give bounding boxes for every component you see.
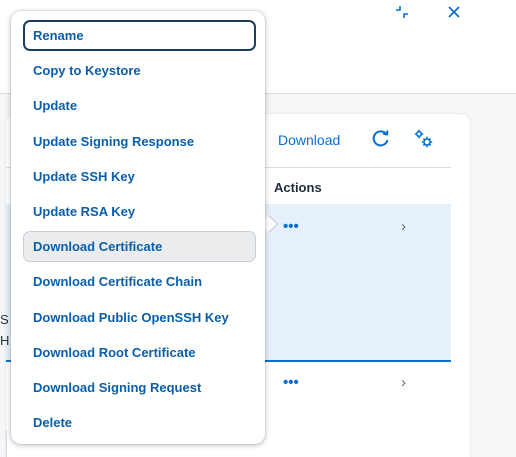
row-more-actions-button[interactable]: ••• (283, 218, 299, 235)
menu-item-delete[interactable]: Delete (23, 407, 256, 438)
menu-item-download-certificate-chain[interactable]: Download Certificate Chain (23, 266, 256, 297)
menu-item-download-certificate[interactable]: Download Certificate (23, 231, 256, 263)
menu-item-update[interactable]: Update (23, 90, 256, 121)
row-navigation-chevron-icon[interactable]: › (401, 218, 406, 235)
menu-item-rename[interactable]: Rename (23, 20, 256, 51)
clipped-cell-text: H (0, 333, 10, 348)
column-header-actions: Actions (274, 180, 322, 195)
row-actions-context-menu: Rename Copy to Keystore Update Update Si… (11, 11, 265, 444)
download-button[interactable]: Download (278, 132, 340, 148)
refresh-icon[interactable] (371, 128, 391, 148)
clipped-cell-text: S (0, 312, 9, 327)
menu-item-copy-to-keystore[interactable]: Copy to Keystore (23, 55, 256, 86)
menu-item-download-root-certificate[interactable]: Download Root Certificate (23, 337, 256, 368)
row-navigation-chevron-icon[interactable]: › (401, 374, 406, 391)
menu-item-update-signing-response[interactable]: Update Signing Response (23, 126, 256, 157)
menu-item-download-public-openssh-key[interactable]: Download Public OpenSSH Key (23, 302, 256, 333)
settings-icon[interactable] (413, 128, 435, 150)
menu-item-download-signing-request[interactable]: Download Signing Request (23, 372, 256, 403)
row-more-actions-button[interactable]: ••• (283, 374, 299, 391)
exit-fullscreen-icon[interactable] (393, 4, 411, 20)
table-left-border (6, 430, 7, 457)
menu-item-update-ssh-key[interactable]: Update SSH Key (23, 161, 256, 192)
close-icon[interactable] (445, 4, 463, 20)
menu-item-update-rsa-key[interactable]: Update RSA Key (23, 196, 256, 227)
